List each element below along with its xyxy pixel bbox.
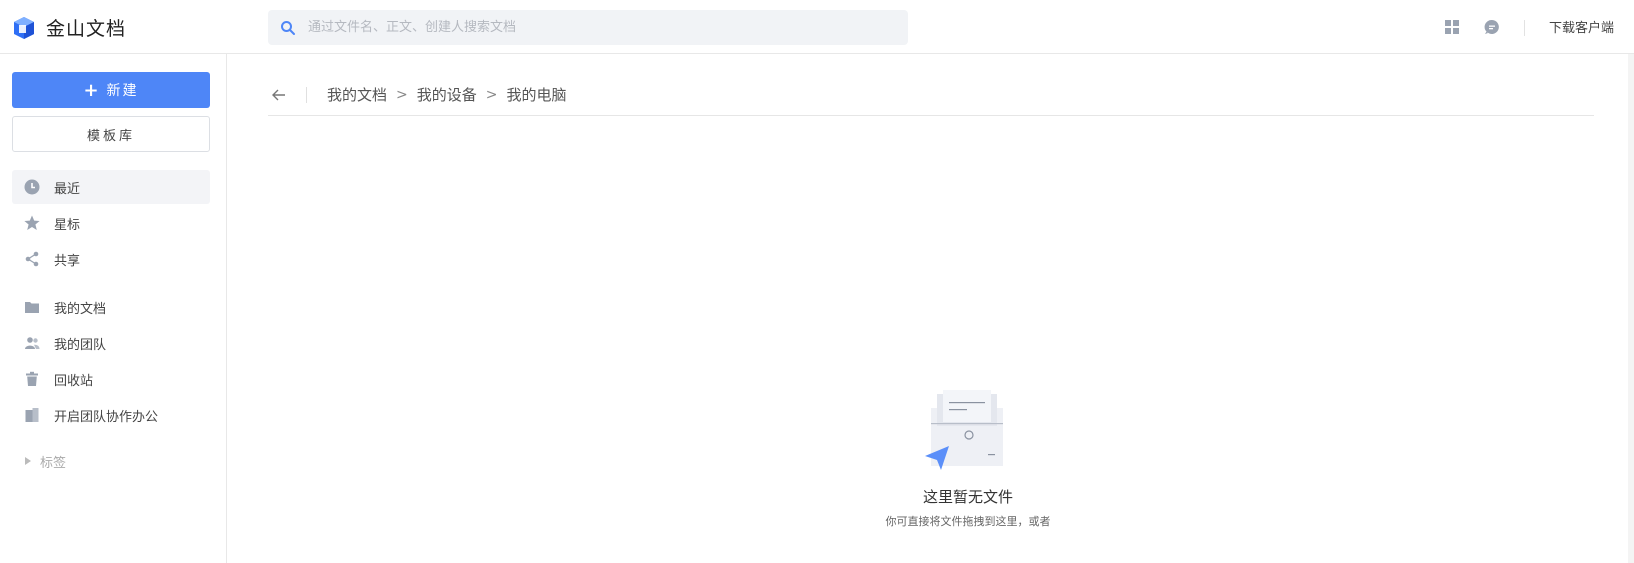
- sidebar-item-label: 开启团队协作办公: [54, 409, 159, 425]
- sidebar: + 新建 模板库 最近 星标 共享 我的文档 我的团队 回收站 开启团队协作办公…: [0, 54, 227, 563]
- breadcrumb: 我的文档 > 我的设备 > 我的电脑: [268, 74, 1594, 116]
- message-icon[interactable]: [1483, 18, 1501, 36]
- building-icon: [25, 408, 39, 422]
- plus-icon: +: [83, 79, 101, 101]
- new-button-label: 新建: [106, 83, 139, 99]
- sidebar-item-label: 我的文档: [54, 301, 107, 317]
- sidebar-item-label: 回收站: [54, 373, 94, 389]
- breadcrumb-my-devices[interactable]: 我的设备: [417, 84, 477, 105]
- star-icon: [24, 215, 40, 230]
- main-content: 我的文档 > 我的设备 > 我的电脑 这里暂无文件 你可直接将文件拖拽到这里，或…: [228, 54, 1634, 563]
- empty-folder-illustration: [925, 390, 1003, 470]
- back-arrow-icon[interactable]: [270, 86, 288, 104]
- sidebar-item-my-documents[interactable]: 我的文档: [12, 290, 210, 324]
- vertical-scrollbar[interactable]: [1628, 54, 1634, 563]
- empty-state-title: 这里暂无文件: [922, 488, 1013, 506]
- template-button-label: 模板库: [86, 128, 135, 144]
- sidebar-item-label: 星标: [54, 217, 81, 233]
- logo[interactable]: 金山文档: [12, 14, 126, 41]
- top-bar: 金山文档 下载客户端: [0, 0, 1634, 54]
- sidebar-item-label: 我的团队: [54, 337, 107, 353]
- toolbar-divider: [1524, 20, 1525, 36]
- breadcrumb-my-computer: 我的电脑: [506, 86, 567, 104]
- folder-icon: [25, 302, 39, 313]
- sidebar-item-label: 共享: [54, 253, 81, 269]
- sidebar-item-shared[interactable]: 共享: [12, 242, 210, 276]
- sidebar-item-my-team[interactable]: 我的团队: [12, 326, 210, 360]
- share-icon: [25, 251, 39, 267]
- clock-icon: [24, 179, 40, 195]
- new-button[interactable]: + 新建: [12, 72, 210, 108]
- team-icon: [25, 337, 40, 349]
- sidebar-item-team-collab[interactable]: 开启团队协作办公: [12, 398, 210, 432]
- search-box[interactable]: [268, 10, 908, 45]
- breadcrumb-divider: [306, 86, 307, 103]
- sidebar-item-starred[interactable]: 星标: [12, 206, 210, 240]
- sidebar-item-label: 标签: [40, 455, 67, 471]
- download-client-link[interactable]: 下载客户端: [1549, 17, 1614, 36]
- breadcrumb-separator: >: [396, 86, 408, 103]
- sidebar-item-recent[interactable]: 最近: [12, 170, 210, 204]
- empty-state-subtitle: 你可直接将文件拖拽到这里，或者: [885, 515, 1051, 528]
- breadcrumb-my-documents[interactable]: 我的文档: [327, 84, 387, 105]
- empty-state: 这里暂无文件 你可直接将文件拖拽到这里，或者: [868, 390, 1068, 529]
- search-input[interactable]: [306, 19, 908, 36]
- sidebar-item-label: 最近: [54, 181, 81, 197]
- logo-text: 金山文档: [46, 18, 127, 40]
- sidebar-item-tags[interactable]: 标签: [12, 444, 210, 478]
- search-icon: [281, 20, 295, 35]
- breadcrumb-separator: >: [485, 86, 498, 103]
- apps-grid-icon[interactable]: [1443, 18, 1461, 36]
- sidebar-item-trash[interactable]: 回收站: [12, 362, 210, 396]
- kingsoft-logo-icon: [14, 16, 34, 39]
- trash-icon: [26, 371, 38, 386]
- template-library-button[interactable]: 模板库: [12, 116, 210, 152]
- caret-right-icon: [25, 457, 31, 465]
